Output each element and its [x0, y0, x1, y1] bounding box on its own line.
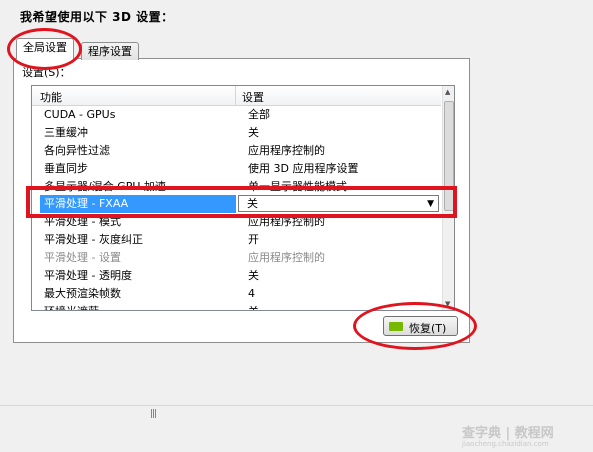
row-feature: 平滑处理 - 设置 — [44, 251, 121, 265]
page-heading: 我希望使用以下 3D 设置： — [20, 10, 174, 24]
settings-label: 设置(S)： — [22, 66, 71, 79]
table-row[interactable]: CUDA - GPUs 全部 — [32, 106, 441, 124]
table-row[interactable]: 最大预渲染帧数 4 — [32, 285, 441, 303]
chevron-down-icon[interactable]: ▼ — [427, 197, 434, 212]
row-value: 单一显示器性能模式 — [248, 179, 347, 193]
table-row[interactable]: 平滑处理 - 模式 应用程序控制的 — [32, 213, 441, 231]
row-feature: 最大预渲染帧数 — [44, 286, 121, 300]
scrollbar-grip-icon[interactable]: ||| — [150, 409, 157, 419]
column-header-setting[interactable]: 设置 — [242, 89, 264, 105]
row-value: 关 — [248, 303, 259, 310]
scroll-down-icon[interactable]: ▼ — [445, 300, 450, 308]
tab-global-settings[interactable]: 全局设置 — [16, 38, 74, 59]
row-value: 4 — [248, 286, 255, 300]
setting-dropdown[interactable]: 关 ▼ — [238, 195, 439, 213]
row-feature: 平滑处理 - FXAA — [40, 195, 236, 214]
row-feature: 平滑处理 - 灰度纠正 — [44, 233, 143, 247]
column-divider[interactable] — [235, 86, 236, 105]
row-value: 开 — [248, 233, 259, 247]
table-row-selected[interactable]: 平滑处理 - FXAA 关 ▼ — [32, 195, 441, 214]
row-feature: 环境光遮蔽 — [44, 303, 99, 310]
row-feature: 三重缓冲 — [44, 125, 88, 139]
tab-program-settings[interactable]: 程序设置 — [81, 42, 139, 60]
table-row[interactable]: 三重缓冲 关 — [32, 124, 441, 142]
restore-button-label: 恢复(T) — [409, 322, 447, 335]
page-horizontal-scrollbar[interactable]: ||| — [0, 405, 593, 422]
list-vertical-scrollbar[interactable]: ▲ ▼ — [442, 86, 454, 310]
row-feature: 垂直同步 — [44, 161, 88, 175]
scroll-up-icon[interactable]: ▲ — [445, 88, 450, 96]
list-header: 功能 设置 — [32, 86, 441, 106]
table-row-disabled: 平滑处理 - 设置 应用程序控制的 — [32, 249, 441, 267]
row-value: 使用 3D 应用程序设置 — [248, 161, 359, 175]
table-row[interactable]: 各向异性过滤 应用程序控制的 — [32, 142, 441, 160]
row-feature: 平滑处理 - 透明度 — [44, 269, 132, 283]
table-row[interactable]: 平滑处理 - 灰度纠正 开 — [32, 231, 441, 249]
row-value: 关 — [248, 269, 259, 283]
settings-list[interactable]: 功能 设置 CUDA - GPUs 全部 三重缓冲 关 各向异性过滤 应用程序控… — [31, 85, 455, 311]
column-header-feature[interactable]: 功能 — [40, 89, 62, 105]
restore-button[interactable]: 恢复(T) — [383, 316, 458, 336]
row-value: 应用程序控制的 — [248, 251, 325, 265]
row-value: 应用程序控制的 — [248, 215, 325, 229]
row-feature: 多显示器/混合 GPU 加速 — [44, 179, 166, 193]
row-value: 应用程序控制的 — [248, 143, 325, 157]
table-row[interactable]: 垂直同步 使用 3D 应用程序设置 — [32, 160, 441, 178]
watermark: 查字典 | 教程网 — [462, 426, 554, 441]
table-row[interactable]: 环境光遮蔽 关 — [32, 303, 441, 310]
row-value: 全部 — [248, 108, 270, 121]
row-value: 关 — [248, 125, 259, 139]
table-row[interactable]: 多显示器/混合 GPU 加速 单一显示器性能模式 — [32, 178, 441, 196]
table-row[interactable]: 平滑处理 - 透明度 关 — [32, 267, 441, 285]
row-feature: 平滑处理 - 模式 — [44, 215, 121, 229]
list-rows: CUDA - GPUs 全部 三重缓冲 关 各向异性过滤 应用程序控制的 垂直同… — [32, 106, 441, 310]
dropdown-value: 关 — [247, 197, 258, 211]
row-feature: 各向异性过滤 — [44, 143, 110, 157]
nvidia-logo-icon — [389, 322, 403, 331]
watermark-url: jiaocheng.chazidian.com — [462, 440, 549, 448]
scrollbar-thumb[interactable] — [444, 101, 454, 211]
row-feature: CUDA - GPUs — [44, 108, 116, 121]
